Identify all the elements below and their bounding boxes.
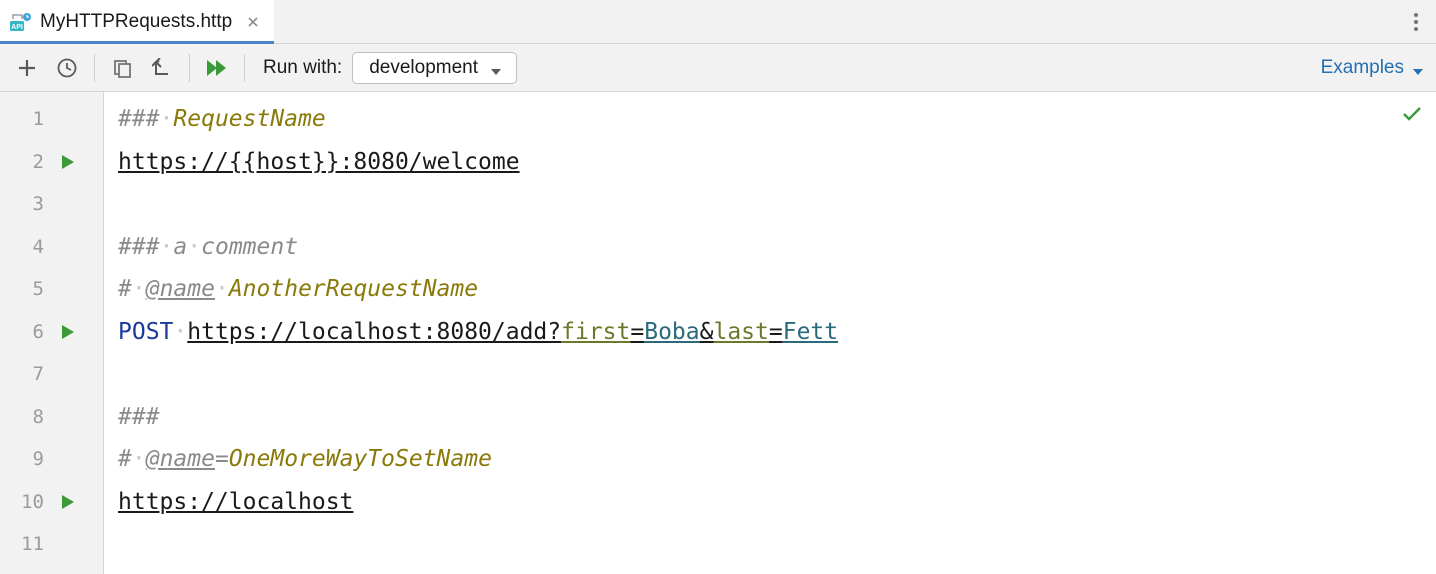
run-all-button[interactable] [204, 55, 230, 81]
tab-bar: API MyHTTPRequests.http [0, 0, 1436, 44]
toolbar-separator [189, 54, 190, 82]
environment-select[interactable]: development [352, 52, 517, 84]
examples-label: Examples [1321, 57, 1404, 79]
line-number: 6 [0, 321, 44, 343]
run-with-group: Run with: development [263, 52, 517, 84]
tab-options-button[interactable] [1396, 0, 1436, 43]
code-line [118, 183, 1436, 226]
line-number: 10 [0, 491, 44, 513]
line-number: 1 [0, 108, 44, 130]
chevron-down-icon [1412, 62, 1424, 74]
copy-button[interactable] [109, 55, 135, 81]
run-request-gutter-icon[interactable] [54, 324, 82, 340]
code-line: POST·https://localhost:8080/add?first=Bo… [118, 311, 1436, 354]
http-toolbar: Run with: development Examples [0, 44, 1436, 92]
code-line: https://{{host}}:8080/welcome [118, 141, 1436, 184]
toolbar-separator [94, 54, 95, 82]
code-line: ###·a·comment [118, 226, 1436, 269]
line-number: 7 [0, 363, 44, 385]
http-file-icon: API [10, 13, 32, 31]
environment-value: development [369, 57, 478, 79]
code-line [118, 523, 1436, 566]
code-area[interactable]: ###·RequestName https://{{host}}:8080/we… [104, 92, 1436, 574]
analysis-ok-icon[interactable] [1402, 102, 1422, 128]
line-number: 8 [0, 406, 44, 428]
run-request-gutter-icon[interactable] [54, 154, 82, 170]
code-line: ###·RequestName [118, 98, 1436, 141]
history-button[interactable] [54, 55, 80, 81]
line-number: 2 [0, 151, 44, 173]
run-request-gutter-icon[interactable] [54, 494, 82, 510]
chevron-down-icon [490, 62, 502, 74]
file-tab[interactable]: API MyHTTPRequests.http [0, 0, 274, 43]
convert-button[interactable] [149, 55, 175, 81]
examples-dropdown[interactable]: Examples [1321, 57, 1424, 79]
toolbar-separator [244, 54, 245, 82]
code-line: #·@name=OneMoreWayToSetName [118, 438, 1436, 481]
line-number: 3 [0, 193, 44, 215]
gutter: 1 2 3 4 5 6 7 8 9 10 11 [0, 92, 104, 574]
line-number: 5 [0, 278, 44, 300]
code-line: ### [118, 396, 1436, 439]
close-tab-button[interactable] [246, 15, 260, 29]
line-number: 4 [0, 236, 44, 258]
svg-text:API: API [11, 24, 23, 31]
add-request-button[interactable] [14, 55, 40, 81]
run-with-label: Run with: [263, 57, 342, 79]
editor: 1 2 3 4 5 6 7 8 9 10 11 ###·RequestName … [0, 92, 1436, 574]
file-tab-label: MyHTTPRequests.http [40, 11, 232, 33]
line-number: 11 [0, 533, 44, 555]
code-line: https://localhost [118, 481, 1436, 524]
code-line: #·@name·AnotherRequestName [118, 268, 1436, 311]
line-number: 9 [0, 448, 44, 470]
code-line [118, 353, 1436, 396]
